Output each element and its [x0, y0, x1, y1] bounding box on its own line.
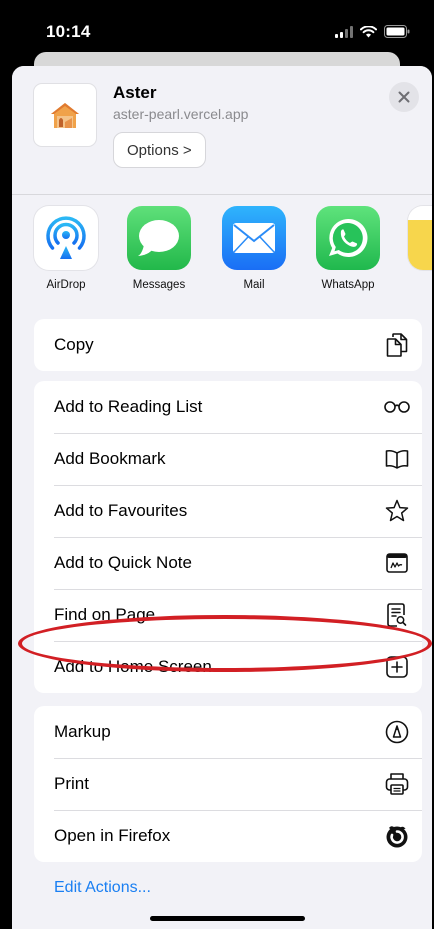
app-label-mail: Mail [243, 279, 265, 291]
status-time: 10:14 [46, 22, 91, 41]
share-title: Aster [113, 83, 157, 102]
app-airdrop[interactable]: AirDrop [24, 206, 108, 291]
share-url: aster-pearl.vercel.app [113, 106, 249, 122]
action-group-copy: Copy [34, 319, 422, 371]
row-label-reading-list: Add to Reading List [54, 397, 203, 416]
app-messages[interactable]: Messages [117, 206, 201, 291]
row-open-in-firefox[interactable]: Open in Firefox [34, 810, 422, 862]
quick-note-icon [384, 550, 410, 576]
row-label-favourites: Add to Favourites [54, 501, 188, 520]
messages-icon [127, 206, 191, 270]
app-partial-notes[interactable] [408, 206, 432, 270]
edit-actions-link[interactable]: Edit Actions... [54, 879, 151, 897]
action-group-page: Add to Reading List Add Bookmark Add to … [34, 381, 422, 693]
row-label-bookmark: Add Bookmark [54, 449, 166, 468]
action-group-other: Markup Print Open in Firefox [34, 706, 422, 862]
options-button[interactable]: Options > [113, 132, 206, 168]
row-find-on-page[interactable]: Find on Page [34, 589, 422, 641]
close-button[interactable] [389, 82, 419, 112]
share-sheet: Aster aster-pearl.vercel.app Options > A… [12, 66, 432, 929]
row-add-to-quick-note[interactable]: Add to Quick Note [34, 537, 422, 589]
status-icons [335, 25, 410, 43]
site-thumbnail [34, 84, 96, 146]
notes-icon [408, 206, 432, 270]
markup-icon [384, 719, 410, 745]
book-icon [384, 446, 410, 472]
copy-icon [384, 332, 410, 358]
glasses-icon [384, 394, 410, 420]
row-label-markup: Markup [54, 722, 111, 741]
row-label-copy: Copy [54, 335, 94, 354]
app-mail[interactable]: Mail [212, 206, 296, 291]
mail-icon [222, 206, 286, 270]
airdrop-icon [34, 206, 98, 270]
row-copy[interactable]: Copy [34, 319, 422, 371]
row-add-to-favourites[interactable]: Add to Favourites [34, 485, 422, 537]
printer-icon [384, 771, 410, 797]
site-logo-icon [51, 103, 79, 128]
share-sheet-header: Aster aster-pearl.vercel.app Options > [12, 66, 432, 194]
row-label-home-screen: Add to Home Screen [54, 657, 212, 676]
star-icon [384, 498, 410, 524]
battery-icon [384, 25, 410, 43]
home-indicator[interactable] [150, 916, 305, 921]
app-label-messages: Messages [132, 279, 186, 291]
wifi-icon [360, 25, 377, 43]
row-markup[interactable]: Markup [34, 706, 422, 758]
row-label-print: Print [54, 774, 89, 793]
row-label-quick-note: Add to Quick Note [54, 553, 192, 572]
row-print[interactable]: Print [34, 758, 422, 810]
row-label-find-on-page: Find on Page [54, 605, 156, 624]
whatsapp-icon [316, 206, 380, 270]
row-add-to-reading-list[interactable]: Add to Reading List [34, 381, 422, 433]
row-add-to-home-screen[interactable]: Add to Home Screen [34, 641, 422, 693]
cellular-signal-icon [335, 25, 353, 43]
firefox-icon [384, 823, 410, 849]
plus-square-icon [384, 654, 410, 680]
app-label-whatsapp: WhatsApp [321, 279, 375, 291]
row-add-bookmark[interactable]: Add Bookmark [34, 433, 422, 485]
row-label-open-in-firefox: Open in Firefox [54, 826, 171, 845]
app-whatsapp[interactable]: WhatsApp [306, 206, 390, 291]
share-apps-row: AirDrop Messages Mail WhatsApp [12, 195, 432, 305]
find-on-page-icon [384, 602, 410, 628]
close-icon [398, 91, 410, 103]
app-label-airdrop: AirDrop [46, 279, 86, 291]
